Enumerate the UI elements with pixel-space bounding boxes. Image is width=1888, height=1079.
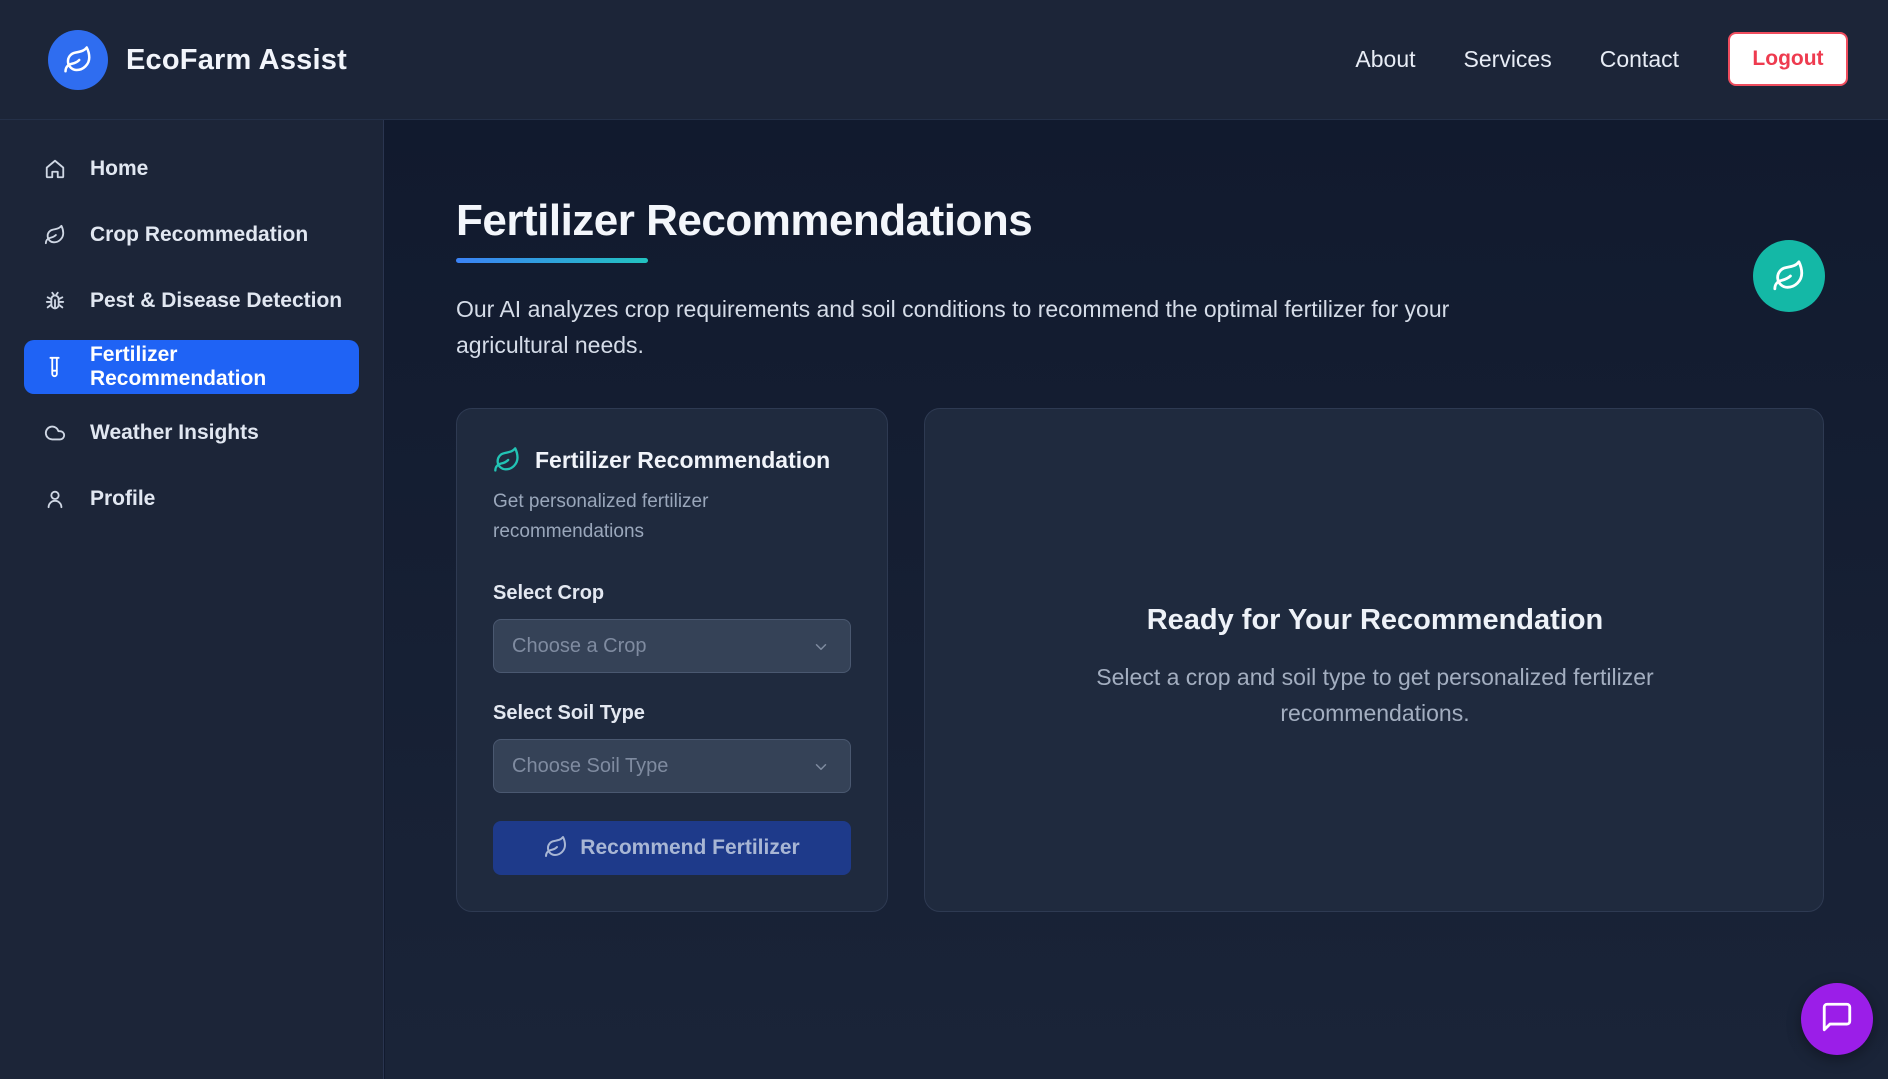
soil-label: Select Soil Type [493,702,645,724]
chat-button[interactable] [1801,983,1873,1055]
page-title: Fertilizer Recommendations [456,196,1033,245]
card-title: Fertilizer Recommendation [535,446,831,473]
sidebar-item-weather-insights[interactable]: Weather Insights [24,406,359,460]
card-subtitle: Get personalized fertilizer recommendati… [493,491,709,542]
fertilizer-form-card: Fertilizer Recommendation Get personaliz… [456,408,888,912]
soil-select-placeholder: Choose Soil Type [512,754,669,777]
home-icon [42,156,68,182]
leaf-icon [42,222,68,248]
chevron-down-icon [812,758,830,781]
sidebar: Home Crop Recommedation Pest & Disease D… [0,120,384,1079]
card-header: Fertilizer Recommendation [493,445,830,475]
sidebar-item-label: Home [90,157,149,180]
sidebar-item-pest-detection[interactable]: Pest & Disease Detection [24,274,359,328]
leaf-icon [544,835,568,862]
test-tube-icon [42,354,68,380]
bug-icon [42,288,68,314]
logout-button[interactable]: Logout [1728,32,1848,86]
top-navbar: EcoFarm Assist About Services Contact Lo… [0,0,1888,120]
leaf-icon [48,30,108,90]
sidebar-item-label: Pest & Disease Detection [90,289,343,312]
result-subtitle: Select a crop and soil type to get perso… [1096,664,1654,726]
soil-select[interactable]: Choose Soil Type [493,739,851,793]
user-icon [42,486,68,512]
nav-contact-link[interactable]: Contact [1600,46,1679,73]
top-nav: About Services Contact Logout [1307,32,1848,86]
sidebar-item-home[interactable]: Home [24,142,359,196]
chevron-down-icon [812,638,830,661]
brand-name: EcoFarm Assist [126,43,347,76]
title-underline [456,258,648,263]
recommendation-result-card: Ready for Your Recommendation Select a c… [924,408,1824,912]
leaf-icon [493,445,523,475]
crop-select-placeholder: Choose a Crop [512,634,647,657]
crop-select[interactable]: Choose a Crop [493,619,851,673]
recommend-button-label: Recommend Fertilizer [580,836,800,859]
recommend-fertilizer-button[interactable]: Recommend Fertilizer [493,821,851,875]
cloud-icon [42,420,68,446]
chat-icon [1820,1000,1854,1039]
sidebar-item-label: Profile [90,487,156,510]
nav-about-link[interactable]: About [1355,46,1415,73]
main-content: Fertilizer Recommendations Our AI analyz… [385,121,1888,1079]
sidebar-item-crop-recommendation[interactable]: Crop Recommedation [24,208,359,262]
result-title: Ready for Your Recommendation [1146,604,1604,636]
crop-label: Select Crop [493,582,605,604]
brand[interactable]: EcoFarm Assist [48,30,347,90]
sidebar-item-label: Weather Insights [90,421,259,444]
leaf-icon [1753,240,1825,312]
sidebar-item-profile[interactable]: Profile [24,472,359,526]
sidebar-item-fertilizer-recommendation[interactable]: Fertilizer Recommendation [24,340,359,394]
nav-services-link[interactable]: Services [1464,46,1552,73]
sidebar-item-label: Fertilizer Recommendation [89,343,267,390]
sidebar-item-label: Crop Recommedation [90,223,309,246]
page-description: Our AI analyzes crop requirements and so… [456,296,1450,358]
